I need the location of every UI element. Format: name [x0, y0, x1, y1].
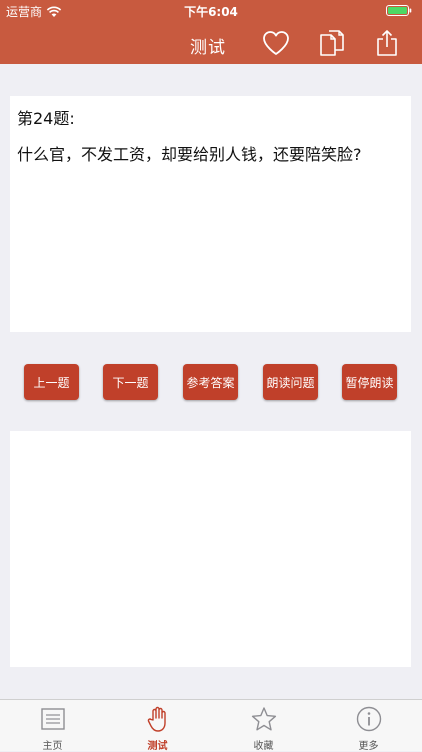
tab-home[interactable]: 主页: [0, 700, 105, 752]
heart-icon: [263, 31, 289, 55]
question-text: 什么官，不发工资，却要给别人钱，还要陪笑脸?: [17, 145, 362, 164]
share-icon: [377, 30, 397, 56]
status-time: 下午6:04: [184, 5, 238, 19]
question-number: 第24题:: [17, 109, 75, 128]
tab-test[interactable]: 测试: [105, 700, 210, 752]
read-question-button[interactable]: 朗读问题: [263, 364, 318, 400]
navigation-header: 运营商 下午6:04 测试: [0, 0, 422, 64]
question-card: 第24题: 什么官，不发工资，却要给别人钱，还要陪笑脸?: [10, 96, 411, 332]
star-icon: [251, 707, 276, 731]
copy-icon: [320, 30, 344, 56]
page-title: 测试: [190, 38, 226, 58]
favorite-button[interactable]: [261, 28, 291, 58]
status-bar: 运营商 下午6:04: [0, 0, 422, 20]
tab-favorites[interactable]: 收藏: [211, 700, 316, 752]
battery-icon: [386, 5, 412, 16]
copy-button[interactable]: [317, 28, 347, 58]
tab-bar: 主页 测试 收藏 更多: [0, 699, 422, 752]
hand-icon: [147, 706, 166, 732]
tab-more[interactable]: 更多: [316, 700, 421, 752]
pause-reading-button[interactable]: 暂停朗读: [342, 364, 397, 400]
previous-question-button[interactable]: 上一题: [24, 364, 79, 400]
share-button[interactable]: [372, 28, 402, 58]
reference-answer-button[interactable]: 参考答案: [183, 364, 238, 400]
document-icon: [40, 708, 65, 730]
action-buttons: 上一题 下一题 参考答案 朗读问题 暂停朗读: [24, 364, 398, 400]
answer-card: [10, 431, 411, 667]
info-icon: [356, 706, 381, 732]
next-question-button[interactable]: 下一题: [103, 364, 158, 400]
